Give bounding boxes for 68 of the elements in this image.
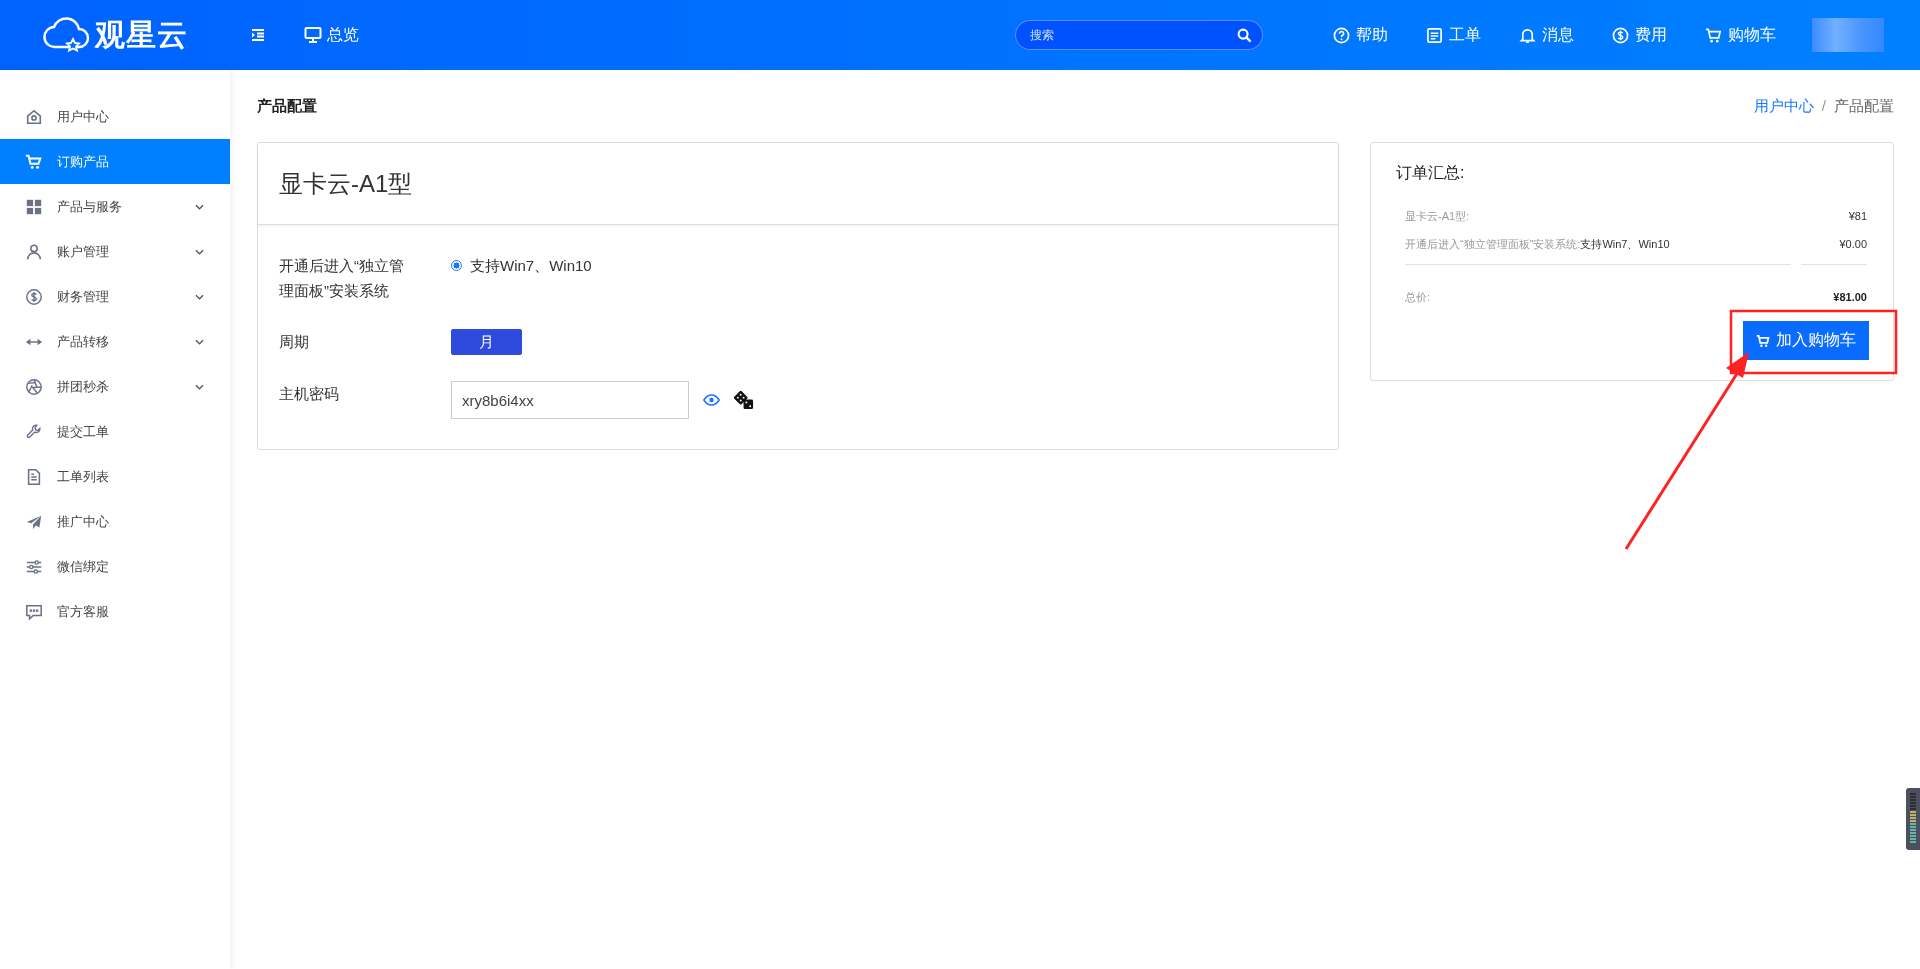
- cart-link[interactable]: 购物车: [1705, 24, 1776, 46]
- chevron-down-icon: [195, 338, 204, 345]
- billing-link[interactable]: 费用: [1612, 24, 1667, 46]
- help-link[interactable]: 帮助: [1333, 24, 1388, 46]
- sidebar-item[interactable]: 产品与服务: [0, 184, 230, 229]
- chevron-down-icon: [195, 248, 204, 255]
- sidebar-item[interactable]: 财务管理: [0, 274, 230, 319]
- aperture-icon: [25, 377, 43, 396]
- field-label: 开通后进入“独立管理面板”安装系统: [279, 256, 405, 301]
- monitor-icon: [304, 26, 322, 44]
- total-price: ¥81.00: [1833, 290, 1867, 305]
- cart-icon: [25, 152, 43, 171]
- breadcrumb-current-page: 产品配置: [1834, 96, 1894, 116]
- cart-icon: [1705, 26, 1722, 44]
- field-label: 周期: [279, 332, 310, 352]
- total-label: 总价:: [1405, 290, 1431, 305]
- menu-icon[interactable]: [250, 27, 266, 43]
- summary-item-label: 开通后进入“独立管理面板”安装系统:支持Win7、Win10: [1405, 237, 1670, 252]
- eye-icon[interactable]: [703, 394, 720, 406]
- cloud-star-logo-icon: [42, 17, 91, 53]
- sidebar-item[interactable]: 账户管理: [0, 229, 230, 274]
- dollar-icon: [25, 287, 43, 306]
- product-name: 显卡云-A1型: [279, 168, 413, 199]
- search-field[interactable]: 搜索: [1015, 20, 1263, 50]
- doc-icon: [25, 467, 43, 486]
- ticket-link[interactable]: 工单: [1426, 24, 1481, 46]
- messages-link[interactable]: 消息: [1519, 24, 1574, 46]
- overview-link[interactable]: 总览: [304, 24, 359, 46]
- summary-item-price: ¥0.00: [1839, 237, 1867, 252]
- sidebar-item[interactable]: 微信绑定: [0, 544, 230, 589]
- period-button[interactable]: 月: [451, 329, 522, 355]
- summary-item-price: ¥81: [1848, 209, 1867, 224]
- sidebar-item[interactable]: 工单列表: [0, 454, 230, 499]
- password-field[interactable]: xry8b6i4xx: [451, 381, 689, 419]
- help-icon: [1333, 26, 1350, 44]
- page-title: 产品配置: [257, 96, 317, 116]
- summary-item-label: 显卡云-A1型:: [1405, 209, 1470, 224]
- sidebar-item[interactable]: 提交工单: [0, 409, 230, 454]
- search-icon[interactable]: [1237, 28, 1252, 43]
- cart-icon: [1756, 333, 1770, 348]
- wrench-icon: [25, 422, 43, 441]
- grid-icon: [25, 197, 43, 216]
- summary-title: 订单汇总:: [1396, 163, 1466, 183]
- chat-icon: [25, 602, 43, 621]
- document-icon: [1426, 26, 1443, 44]
- add-to-cart-button[interactable]: 加入购物车: [1743, 321, 1869, 360]
- chevron-down-icon: [195, 383, 204, 390]
- sidebar-item[interactable]: 拼团秒杀: [0, 364, 230, 409]
- radio-button[interactable]: [451, 260, 462, 271]
- sidebar-item[interactable]: 官方客服: [0, 589, 230, 634]
- dice-icon[interactable]: [734, 390, 755, 410]
- bell-icon: [1519, 26, 1536, 44]
- chevron-down-icon: [195, 293, 204, 300]
- sidebar-item[interactable]: 订购产品: [0, 139, 230, 184]
- home-icon: [25, 107, 43, 126]
- logo-text: 观星云: [94, 16, 188, 53]
- os-radio-option[interactable]: 支持Win7、Win10: [451, 253, 592, 278]
- sidebar-item[interactable]: 产品转移: [0, 319, 230, 364]
- sliders-icon: [25, 557, 43, 576]
- sidebar-item[interactable]: 用户中心: [0, 94, 230, 139]
- side-widget-drawing: [1906, 788, 1920, 850]
- user-icon: [25, 242, 43, 261]
- breadcrumb-separator: /: [1821, 96, 1826, 116]
- chevron-down-icon: [195, 203, 204, 210]
- field-label: 主机密码: [279, 384, 340, 404]
- sidebar-item[interactable]: 推广中心: [0, 499, 230, 544]
- dollar-icon: [1612, 26, 1629, 44]
- breadcrumb-link[interactable]: 用户中心: [1753, 96, 1814, 116]
